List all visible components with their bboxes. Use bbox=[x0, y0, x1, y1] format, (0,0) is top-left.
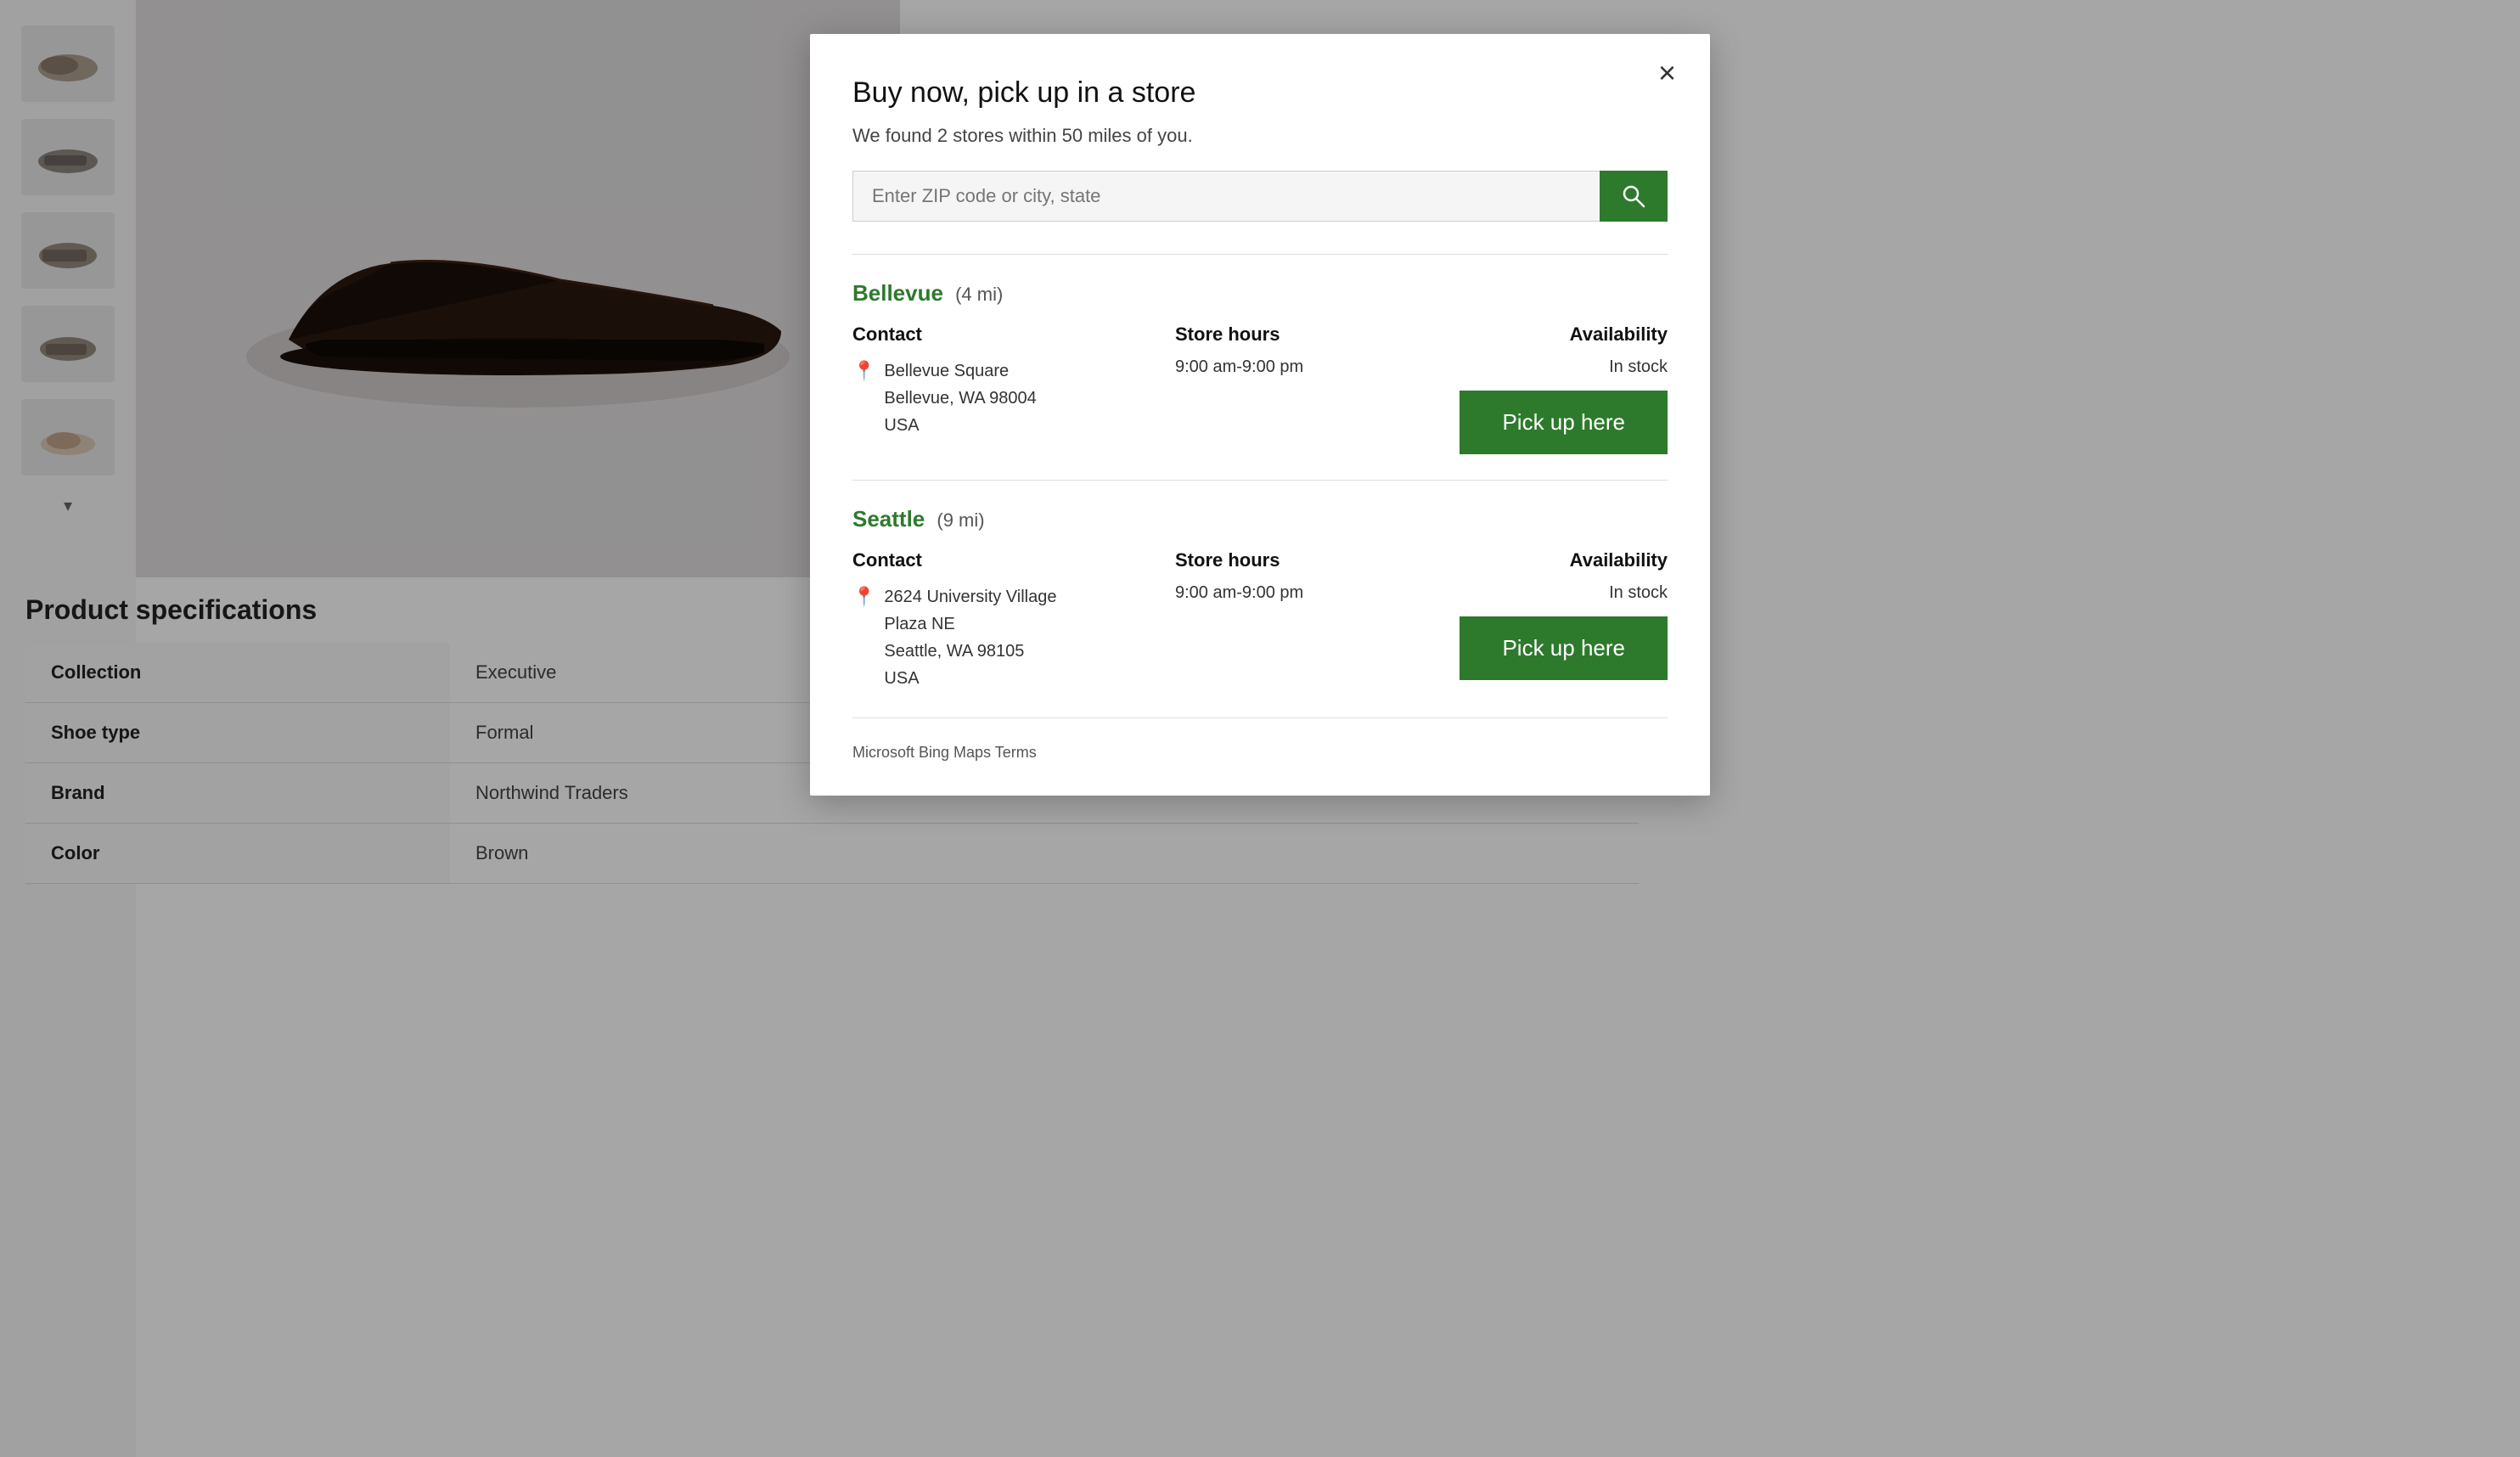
modal-title: Buy now, pick up in a store bbox=[852, 76, 1668, 110]
store-bellevue-address: Bellevue SquareBellevue, WA 98004USA bbox=[884, 357, 1036, 439]
store-bellevue-contact-header: Contact bbox=[852, 323, 1141, 346]
store-seattle-columns: Contact 📍 2624 University VillagePlaza N… bbox=[852, 549, 1668, 692]
store-bellevue-hours-header: Store hours bbox=[1175, 323, 1396, 346]
store-seattle-hours-header: Store hours bbox=[1175, 549, 1396, 571]
store-bellevue-distance: (4 mi) bbox=[950, 284, 1003, 305]
store-seattle: Seattle (9 mi) Contact 📍 2624 University… bbox=[852, 506, 1668, 692]
store-seattle-pickup-button[interactable]: Pick up here bbox=[1460, 616, 1668, 680]
divider-bottom bbox=[852, 717, 1668, 718]
store-bellevue: Bellevue (4 mi) Contact 📍 Bellevue Squar… bbox=[852, 280, 1668, 454]
divider-middle bbox=[852, 480, 1668, 481]
store-seattle-availability-status: In stock bbox=[1430, 583, 1668, 603]
store-seattle-hours: 9:00 am-9:00 pm bbox=[1175, 583, 1396, 603]
zip-input[interactable] bbox=[852, 171, 1600, 222]
store-seattle-name-row: Seattle (9 mi) bbox=[852, 506, 1668, 532]
store-seattle-name: Seattle bbox=[852, 506, 925, 532]
store-bellevue-contact: Contact 📍 Bellevue SquareBellevue, WA 98… bbox=[852, 323, 1141, 439]
store-pickup-modal: × Buy now, pick up in a store We found 2… bbox=[810, 34, 1710, 796]
zip-search-row bbox=[852, 171, 1668, 222]
store-bellevue-columns: Contact 📍 Bellevue SquareBellevue, WA 98… bbox=[852, 323, 1668, 454]
search-icon bbox=[1621, 183, 1646, 209]
store-bellevue-availability-status: In stock bbox=[1430, 357, 1668, 377]
store-bellevue-availability-header: Availability bbox=[1430, 323, 1668, 346]
store-seattle-hours-col: Store hours 9:00 am-9:00 pm bbox=[1175, 549, 1396, 603]
store-bellevue-address-row: 📍 Bellevue SquareBellevue, WA 98004USA bbox=[852, 357, 1141, 439]
store-bellevue-hours: 9:00 am-9:00 pm bbox=[1175, 357, 1396, 377]
store-bellevue-pin-icon: 📍 bbox=[852, 360, 875, 382]
store-bellevue-name-row: Bellevue (4 mi) bbox=[852, 280, 1668, 307]
store-seattle-availability-header: Availability bbox=[1430, 549, 1668, 571]
store-seattle-address-row: 📍 2624 University VillagePlaza NESeattle… bbox=[852, 583, 1141, 692]
modal-close-button[interactable]: × bbox=[1658, 58, 1676, 88]
maps-terms-link[interactable]: Microsoft Bing Maps Terms bbox=[852, 744, 1668, 762]
store-bellevue-hours-col: Store hours 9:00 am-9:00 pm bbox=[1175, 323, 1396, 377]
modal-overlay: × Buy now, pick up in a store We found 2… bbox=[0, 0, 2520, 1457]
store-seattle-contact-header: Contact bbox=[852, 549, 1141, 571]
store-seattle-availability-col: Availability In stock Pick up here bbox=[1430, 549, 1668, 680]
store-bellevue-availability-col: Availability In stock Pick up here bbox=[1430, 323, 1668, 454]
store-bellevue-name: Bellevue bbox=[852, 280, 943, 306]
zip-search-button[interactable] bbox=[1600, 171, 1668, 222]
divider-top bbox=[852, 254, 1668, 255]
store-seattle-address: 2624 University VillagePlaza NESeattle, … bbox=[884, 583, 1056, 692]
modal-subtitle: We found 2 stores within 50 miles of you… bbox=[852, 125, 1668, 147]
store-seattle-contact: Contact 📍 2624 University VillagePlaza N… bbox=[852, 549, 1141, 692]
store-seattle-pin-icon: 📍 bbox=[852, 586, 875, 608]
store-bellevue-pickup-button[interactable]: Pick up here bbox=[1460, 391, 1668, 454]
store-seattle-distance: (9 mi) bbox=[931, 509, 984, 531]
